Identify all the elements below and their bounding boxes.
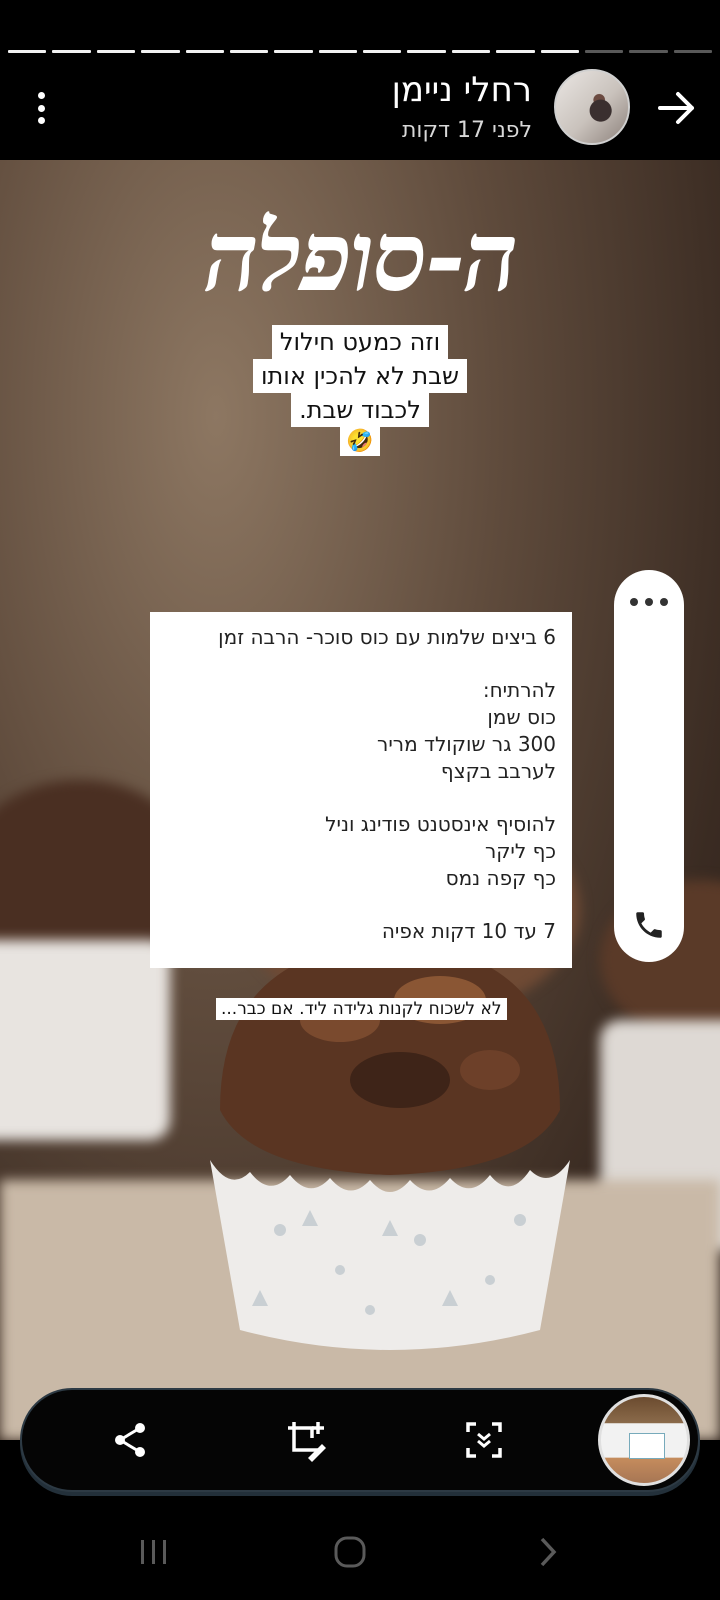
recipe-line: 7 עד 10 דקות אפיה: [381, 919, 556, 943]
progress-segment: [363, 50, 402, 53]
story-header: רחלי ניימן לפני 17 דקות: [0, 56, 720, 160]
progress-segment: [451, 50, 491, 53]
recipe-line: לערבב בקצף: [440, 759, 556, 783]
recipe-line: להוסיף אינסטנט פודינג וניל: [325, 812, 556, 836]
recent-apps-icon[interactable]: [134, 1532, 174, 1572]
time-ago: לפני 17 דקות: [401, 118, 532, 143]
progress-segment: [8, 50, 47, 53]
progress-segment: [673, 50, 712, 53]
progress-segment: [141, 50, 180, 53]
share-icon[interactable]: [104, 1414, 156, 1466]
system-nav-bar: [0, 1500, 720, 1600]
progress-segment: [629, 50, 668, 53]
more-vertical-icon[interactable]: [26, 88, 56, 128]
progress-segment: [540, 50, 579, 53]
subtitle-line: שבת לא להכין אותו: [252, 359, 468, 393]
recipe-line: כף ליקר: [484, 839, 556, 863]
recipe-line: להרתיח:: [482, 678, 556, 702]
progress-segment: [185, 50, 224, 53]
arrow-right-icon[interactable]: [652, 84, 700, 132]
story-progress: [8, 50, 712, 54]
muffin-image: [210, 942, 570, 1350]
recipe-line: 300 גר שוקולד מריר: [377, 732, 556, 756]
home-icon[interactable]: [330, 1532, 370, 1572]
story-content[interactable]: ה-סופלה וזה כמעט חילול שבת לא להכין אותו…: [0, 160, 720, 1440]
laughing-emoji: 🤣: [340, 427, 380, 456]
avatar[interactable]: [554, 69, 630, 145]
floating-action-pill: [614, 570, 684, 962]
story-subtitle: וזה כמעט חילול שבת לא להכין אותו לכבוד ש…: [0, 325, 720, 456]
phone-icon[interactable]: [632, 908, 666, 942]
progress-segment: [229, 50, 269, 53]
recipe-line: 6 ביצים שלמות עם כוס סוכר- הרבה זמן: [218, 625, 556, 649]
progress-segment: [496, 50, 535, 53]
progress-segment: [96, 50, 136, 53]
story-thumbnail[interactable]: [598, 1394, 690, 1486]
subtitle-line: וזה כמעט חילול: [271, 325, 449, 359]
crop-edit-icon[interactable]: [280, 1414, 332, 1466]
story-note: לא לשכוח לקנות גלידה ליד. אם כבר...: [216, 998, 507, 1020]
scan-icon[interactable]: [458, 1414, 510, 1466]
progress-segment: [52, 50, 91, 53]
subtitle-line: לכבוד שבת.: [291, 393, 429, 427]
story-title: ה-סופלה: [203, 200, 519, 313]
back-icon[interactable]: [528, 1532, 568, 1572]
progress-segment: [584, 50, 624, 53]
bottom-toolbar: [20, 1388, 700, 1492]
bg-cup-left: [0, 940, 170, 1140]
progress-segment: [407, 50, 446, 53]
progress-segment: [274, 50, 313, 53]
recipe-line: כף קפה נמס: [445, 866, 556, 890]
more-horizontal-icon[interactable]: [630, 598, 668, 606]
recipe-card: 6 ביצים שלמות עם כוס סוכר- הרבה זמן להרת…: [150, 612, 572, 968]
recipe-line: כוס שמן: [487, 705, 556, 729]
progress-segment: [318, 50, 357, 53]
user-name[interactable]: רחלי ניימן: [392, 70, 532, 110]
